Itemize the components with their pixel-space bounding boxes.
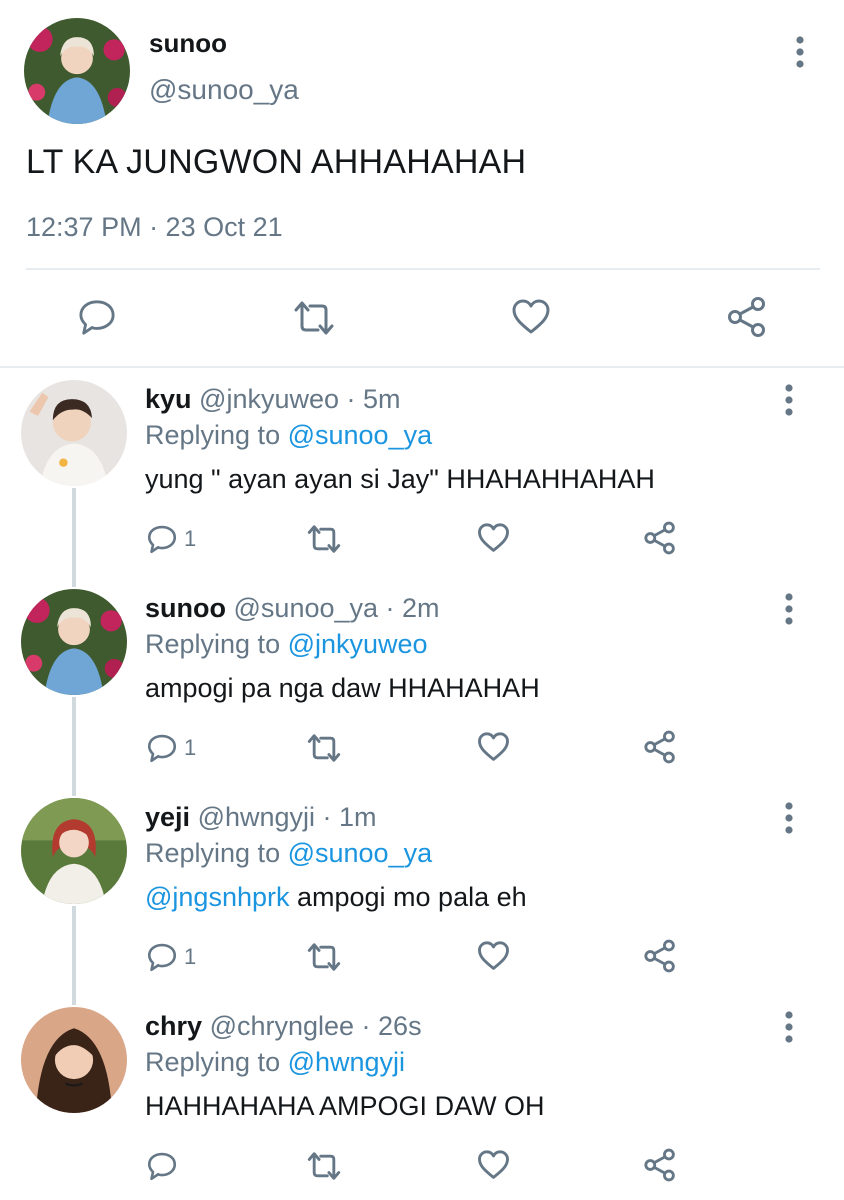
retweet-icon[interactable] xyxy=(306,1151,342,1181)
share-icon[interactable] xyxy=(643,730,677,764)
like-icon[interactable] xyxy=(511,298,551,336)
more-options-icon[interactable] xyxy=(779,380,799,420)
replying-to: Replying to @sunoo_ya xyxy=(145,420,432,451)
reply-author[interactable]: yeji @hwngyji · 1m xyxy=(145,802,377,833)
replying-prefix: Replying to xyxy=(145,629,288,659)
reply-text: yung " ayan ayan si Jay" HHAHAHHAHAH xyxy=(145,464,655,494)
retweet-icon[interactable] xyxy=(306,942,342,972)
reply-author-name[interactable]: yeji xyxy=(145,802,190,832)
reply-author[interactable]: chry @chrynglee · 26s xyxy=(145,1011,422,1042)
avatar-photo-sunoo xyxy=(21,589,127,695)
reply-author-name[interactable]: kyu xyxy=(145,384,192,414)
replying-to-link[interactable]: @sunoo_ya xyxy=(288,838,433,868)
avatar-photo-chry xyxy=(21,1007,127,1113)
share-icon[interactable] xyxy=(643,521,677,555)
reply-handle-time: @chrynglee · 26s xyxy=(209,1011,422,1041)
replying-prefix: Replying to xyxy=(145,838,288,868)
author-handle[interactable]: @sunoo_ya xyxy=(149,74,299,106)
avatar[interactable] xyxy=(21,1007,127,1113)
reply-count: 1 xyxy=(184,526,197,551)
reply-tweet: yeji @hwngyji · 1m Replying to @sunoo_ya… xyxy=(0,786,844,995)
author-name[interactable]: sunoo xyxy=(149,28,227,59)
avatar-photo-yeji xyxy=(21,798,127,904)
retweet-icon[interactable] xyxy=(306,524,342,554)
share-icon[interactable] xyxy=(643,1148,677,1182)
tweet-text: LT KA JUNGWON AHHAHAHAH xyxy=(26,143,527,181)
reply-author[interactable]: sunoo @sunoo_ya · 2m xyxy=(145,593,440,624)
replying-to-link[interactable]: @hwngyji xyxy=(288,1047,405,1077)
reply-tweet: sunoo @sunoo_ya · 2m Replying to @jnkyuw… xyxy=(0,577,844,786)
reply-tweet: chry @chrynglee · 26s Replying to @hwngy… xyxy=(0,995,844,1200)
replying-prefix: Replying to xyxy=(145,420,288,450)
reply-handle-time: @jnkyuweo · 5m xyxy=(199,384,401,414)
divider xyxy=(26,268,820,270)
replying-to: Replying to @sunoo_ya xyxy=(145,838,432,869)
more-options-icon[interactable] xyxy=(779,589,799,629)
retweet-icon[interactable] xyxy=(306,733,342,763)
avatar[interactable] xyxy=(21,589,127,695)
more-options-icon[interactable] xyxy=(779,1007,799,1047)
avatar-photo-sunoo xyxy=(24,18,130,124)
like-icon[interactable] xyxy=(477,940,510,972)
like-icon[interactable] xyxy=(477,1149,510,1181)
reply-author-name[interactable]: sunoo xyxy=(145,593,226,623)
share-icon[interactable] xyxy=(643,939,677,973)
reply-icon[interactable] xyxy=(147,1151,177,1181)
avatar[interactable] xyxy=(21,798,127,904)
reply-text: @jngsnhprk ampogi mo pala eh xyxy=(145,882,527,913)
reply-icon[interactable] xyxy=(147,733,177,763)
replying-to: Replying to @jnkyuweo xyxy=(145,629,428,660)
share-icon[interactable] xyxy=(726,296,768,338)
avatar[interactable] xyxy=(24,18,130,124)
reply-icon[interactable] xyxy=(147,524,177,554)
reply-author[interactable]: kyu @jnkyuweo · 5m xyxy=(145,384,401,415)
reply-text: HAHHAHAHA AMPOGI DAW OH xyxy=(145,1091,545,1121)
reply-author-name[interactable]: chry xyxy=(145,1011,202,1041)
more-options-icon[interactable] xyxy=(790,32,810,72)
avatar-photo-kyu xyxy=(21,380,127,486)
replying-to-link[interactable]: @sunoo_ya xyxy=(288,420,433,450)
mention-link[interactable]: @jngsnhprk xyxy=(145,882,289,912)
reply-handle-time: @hwngyji · 1m xyxy=(197,802,377,832)
replying-prefix: Replying to xyxy=(145,1047,288,1077)
reply-text: ampogi pa nga daw HHAHAHAH xyxy=(145,673,540,703)
reply-tweet: kyu @jnkyuweo · 5m Replying to @sunoo_ya… xyxy=(0,368,844,577)
retweet-icon[interactable] xyxy=(292,300,336,336)
reply-count: 1 xyxy=(184,944,197,969)
tweet-timestamp[interactable]: 12:37 PM · 23 Oct 21 xyxy=(26,212,283,243)
main-tweet: sunoo @sunoo_ya LT KA JUNGWON AHHAHAHAH … xyxy=(0,0,844,368)
avatar[interactable] xyxy=(21,380,127,486)
like-icon[interactable] xyxy=(477,731,510,763)
more-options-icon[interactable] xyxy=(779,798,799,838)
replying-to-link[interactable]: @jnkyuweo xyxy=(288,629,428,659)
reply-count: 1 xyxy=(184,735,197,760)
replying-to: Replying to @hwngyji xyxy=(145,1047,405,1078)
reply-icon[interactable] xyxy=(147,942,177,972)
reply-handle-time: @sunoo_ya · 2m xyxy=(233,593,440,623)
like-icon[interactable] xyxy=(477,522,510,554)
reply-icon[interactable] xyxy=(78,298,116,336)
reply-text-body: ampogi mo pala eh xyxy=(289,882,527,912)
